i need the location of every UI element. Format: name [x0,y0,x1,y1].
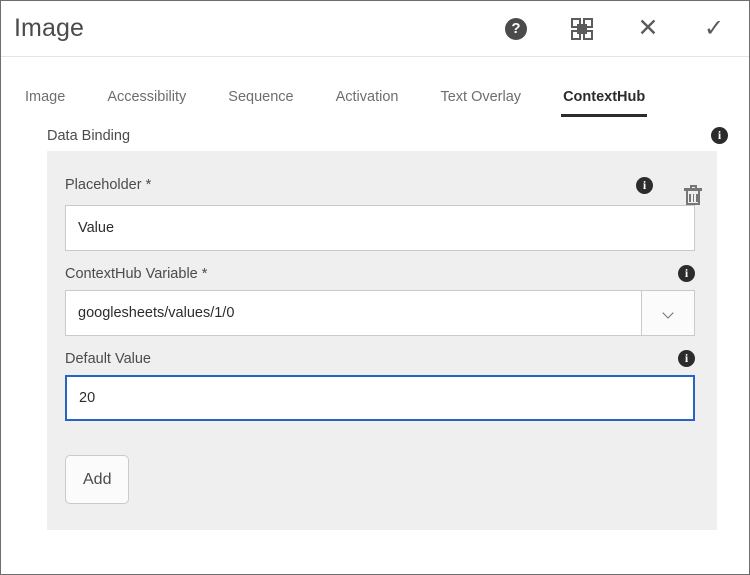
default-value-label-row: Default Value i [65,350,695,375]
default-value-info-icon[interactable]: i [678,350,695,367]
fullscreen-icon [571,18,593,40]
placeholder-info-icon[interactable]: i [636,177,653,194]
data-binding-section-header: Data Binding i [1,117,749,151]
placeholder-label-row: Placeholder * i [65,173,695,205]
default-value-input[interactable] [65,375,695,421]
tab-contexthub[interactable]: ContextHub [563,89,645,117]
contexthub-variable-combobox[interactable]: googlesheets/values/1/0 [65,290,695,336]
placeholder-label: Placeholder * [65,177,151,193]
tab-accessibility[interactable]: Accessibility [107,89,186,117]
data-binding-info-icon[interactable]: i [711,127,728,144]
dialog-body: Data Binding i Placeholder * i [1,117,749,530]
tab-text-overlay[interactable]: Text Overlay [440,89,521,117]
image-component-dialog: Image ? ✕ ✓ Image [0,0,750,575]
placeholder-field-block: Placeholder * i [65,173,695,251]
check-icon: ✓ [704,17,724,41]
header-actions: ? ✕ ✓ [503,16,735,42]
contexthub-variable-field-block: ContextHub Variable * i googlesheets/val… [65,265,695,336]
tab-image[interactable]: Image [25,89,65,117]
contexthub-variable-dropdown-button[interactable] [641,290,695,336]
data-binding-panel: Placeholder * i [47,151,717,530]
add-button[interactable]: Add [65,455,129,504]
default-value-label: Default Value [65,351,151,367]
page-title: Image [14,16,84,41]
fullscreen-button[interactable] [569,16,595,42]
help-button[interactable]: ? [503,16,529,42]
confirm-button[interactable]: ✓ [701,16,727,42]
tab-activation[interactable]: Activation [336,89,399,117]
placeholder-input[interactable] [65,205,695,251]
section-title: Data Binding [47,128,130,144]
close-button[interactable]: ✕ [635,16,661,42]
help-icon: ? [505,18,527,40]
close-icon: ✕ [638,16,659,41]
contexthub-variable-input[interactable]: googlesheets/values/1/0 [65,290,641,336]
contexthub-variable-label: ContextHub Variable * [65,266,207,282]
chevron-down-icon [663,308,674,319]
tab-sequence[interactable]: Sequence [228,89,293,117]
default-value-field-block: Default Value i [65,350,695,421]
contexthub-variable-label-row: ContextHub Variable * i [65,265,695,290]
delete-binding-button[interactable] [673,173,695,197]
tab-bar: Image Accessibility Sequence Activation … [1,69,749,117]
dialog-header: Image ? ✕ ✓ [1,1,749,57]
contexthub-variable-info-icon[interactable]: i [678,265,695,282]
